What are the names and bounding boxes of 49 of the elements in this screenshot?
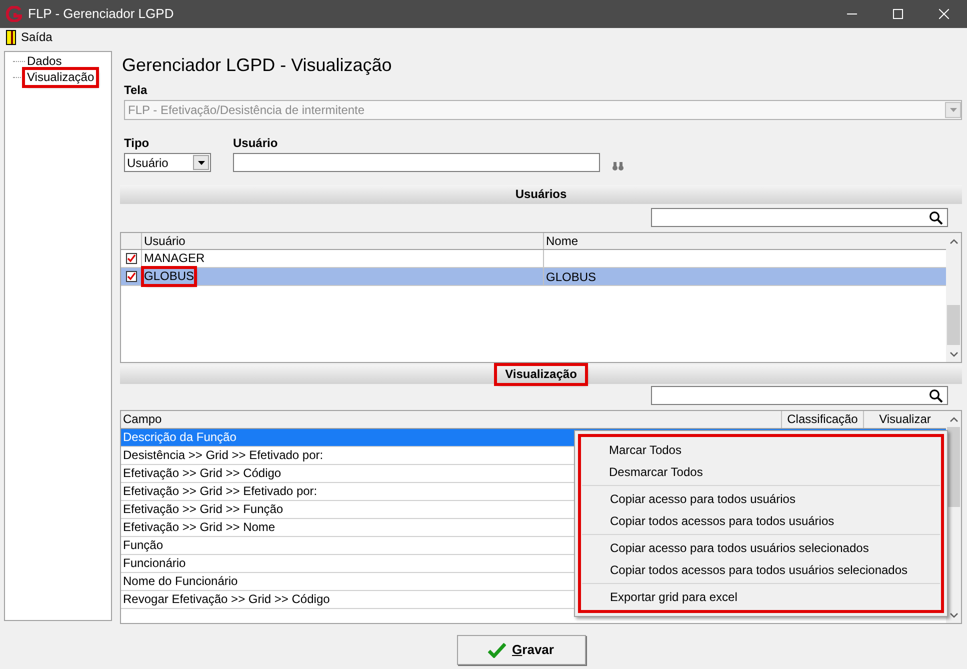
type-dropdown[interactable]: Usuário <box>124 153 211 172</box>
table-cell: Efetivação >> Grid >> Nome <box>123 520 276 534</box>
column-header[interactable]: Usuário <box>142 233 544 249</box>
scroll-up-icon[interactable] <box>950 238 958 244</box>
scroll-up-icon[interactable] <box>950 416 958 422</box>
column-header[interactable]: Classificação <box>782 411 864 428</box>
menu-option[interactable]: Exportar grid para excel <box>582 586 940 608</box>
user-row[interactable]: MANAGER <box>121 250 946 268</box>
users-search-field[interactable] <box>651 208 948 227</box>
checkbox[interactable] <box>126 253 136 264</box>
scroll-down-icon[interactable] <box>950 352 958 356</box>
table-cell: Nome do Funcionário <box>123 574 238 588</box>
user-row[interactable]: GLOBUS GLOBUS <box>121 268 946 286</box>
section-title: Visualização <box>497 366 585 383</box>
checkmark-icon <box>488 642 506 658</box>
field-label: Tipo <box>124 136 150 150</box>
table-cell: Funcionário <box>123 556 186 570</box>
field-label: Tela <box>124 83 148 97</box>
table-cell: Desistência >> Grid >> Efetivado por: <box>123 448 324 462</box>
scrollbar[interactable] <box>946 233 961 362</box>
column-header[interactable]: Campo <box>121 411 782 428</box>
table-cell: GLOBUS <box>546 270 596 284</box>
table-cell: MANAGER <box>144 251 205 266</box>
scroll-down-icon[interactable] <box>950 612 958 618</box>
field-label: Usuário <box>233 136 279 150</box>
search-icon <box>929 388 943 402</box>
tree-item[interactable]: Visualização <box>25 70 96 84</box>
fields-search-field[interactable] <box>651 386 948 405</box>
page-heading: Gerenciador LGPD - Visualização <box>122 54 393 76</box>
binoculars-icon[interactable] <box>612 161 624 171</box>
column-header[interactable]: Nome <box>544 233 946 249</box>
table-cell: Revogar Efetivação >> Grid >> Código <box>123 592 330 606</box>
table-cell: Efetivação >> Grid >> Função <box>123 502 284 516</box>
menu-item[interactable]: Saída <box>6 28 52 46</box>
table-cell: Efetivação >> Grid >> Efetivado por: <box>123 484 318 498</box>
checkbox[interactable] <box>126 271 136 282</box>
table-cell: Função <box>123 538 164 552</box>
search-icon <box>929 210 943 224</box>
save-button[interactable]: Gravar <box>456 635 586 665</box>
user-field[interactable] <box>233 153 600 172</box>
tree-item[interactable]: Dados <box>25 54 64 68</box>
table-cell: GLOBUS <box>144 269 194 284</box>
table-cell: Efetivação >> Grid >> Código <box>123 466 282 480</box>
table-cell: Descrição da Função <box>123 430 236 444</box>
door-icon <box>6 30 16 44</box>
app-logo-icon <box>6 6 22 22</box>
column-header[interactable]: Visualizar <box>864 411 946 428</box>
window-title: FLP - Gerenciador LGPD <box>28 5 174 24</box>
section-title: Usuários <box>514 186 568 203</box>
